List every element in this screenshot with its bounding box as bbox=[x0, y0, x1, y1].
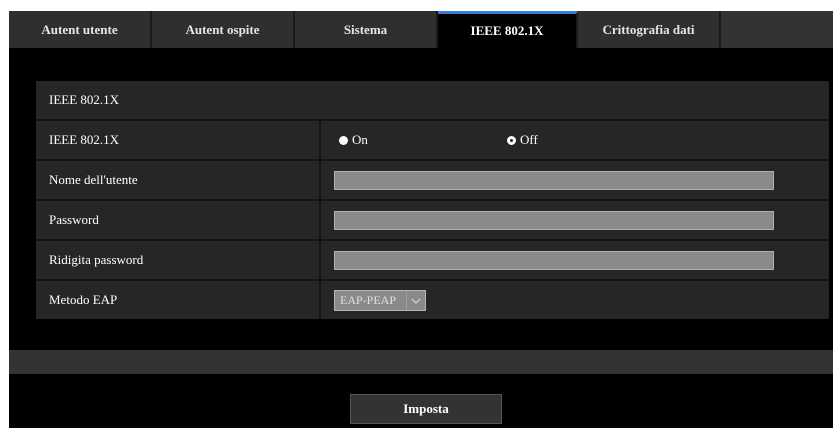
radio-on-label: On bbox=[352, 132, 368, 147]
tab-user-auth[interactable]: Autent utente bbox=[9, 11, 152, 48]
radio-off-icon bbox=[507, 135, 516, 145]
eap-method-value: EAP-PEAP bbox=[340, 293, 397, 307]
separator-band bbox=[9, 350, 833, 374]
username-label: Nome dell'utente bbox=[49, 172, 138, 187]
repassword-row: Ridigita password bbox=[36, 241, 829, 279]
row-divider bbox=[319, 281, 321, 319]
tab-data-encryption[interactable]: Crittografia dati bbox=[578, 11, 721, 48]
radio-on-icon bbox=[339, 135, 348, 145]
repassword-label: Ridigita password bbox=[49, 252, 144, 267]
row-divider bbox=[319, 201, 321, 239]
row-divider bbox=[319, 161, 321, 199]
repassword-input[interactable] bbox=[334, 251, 774, 270]
tab-system[interactable]: Sistema bbox=[295, 11, 438, 48]
radio-off-label: Off bbox=[520, 132, 538, 147]
ieee-toggle-row: IEEE 802.1X On Off bbox=[36, 121, 829, 159]
eap-method-label: Metodo EAP bbox=[49, 292, 118, 307]
tab-ieee-8021x[interactable]: IEEE 802.1X bbox=[438, 11, 578, 48]
tab-bar: Autent utente Autent ospite Sistema IEEE… bbox=[9, 11, 833, 48]
row-divider bbox=[319, 121, 321, 159]
section-title: IEEE 802.1X bbox=[49, 92, 120, 107]
tab-guest-auth[interactable]: Autent ospite bbox=[152, 11, 295, 48]
section-header-row: IEEE 802.1X bbox=[36, 81, 829, 119]
eap-method-select[interactable]: EAP-PEAP bbox=[334, 290, 426, 311]
radio-off[interactable]: Off bbox=[507, 121, 538, 159]
settings-frame: Autent utente Autent ospite Sistema IEEE… bbox=[9, 11, 833, 428]
password-input[interactable] bbox=[334, 211, 774, 230]
radio-on[interactable]: On bbox=[339, 121, 368, 159]
ieee-label: IEEE 802.1X bbox=[49, 132, 120, 147]
row-divider bbox=[319, 241, 321, 279]
submit-button[interactable]: Imposta bbox=[350, 394, 502, 424]
chevron-down-icon bbox=[406, 291, 425, 310]
ieee-settings-panel: IEEE 802.1X IEEE 802.1X On Off Nome dell… bbox=[36, 81, 829, 319]
eap-method-row: Metodo EAP EAP-PEAP bbox=[36, 281, 829, 319]
password-label: Password bbox=[49, 212, 99, 227]
username-row: Nome dell'utente bbox=[36, 161, 829, 199]
password-row: Password bbox=[36, 201, 829, 239]
username-input[interactable] bbox=[334, 171, 774, 190]
